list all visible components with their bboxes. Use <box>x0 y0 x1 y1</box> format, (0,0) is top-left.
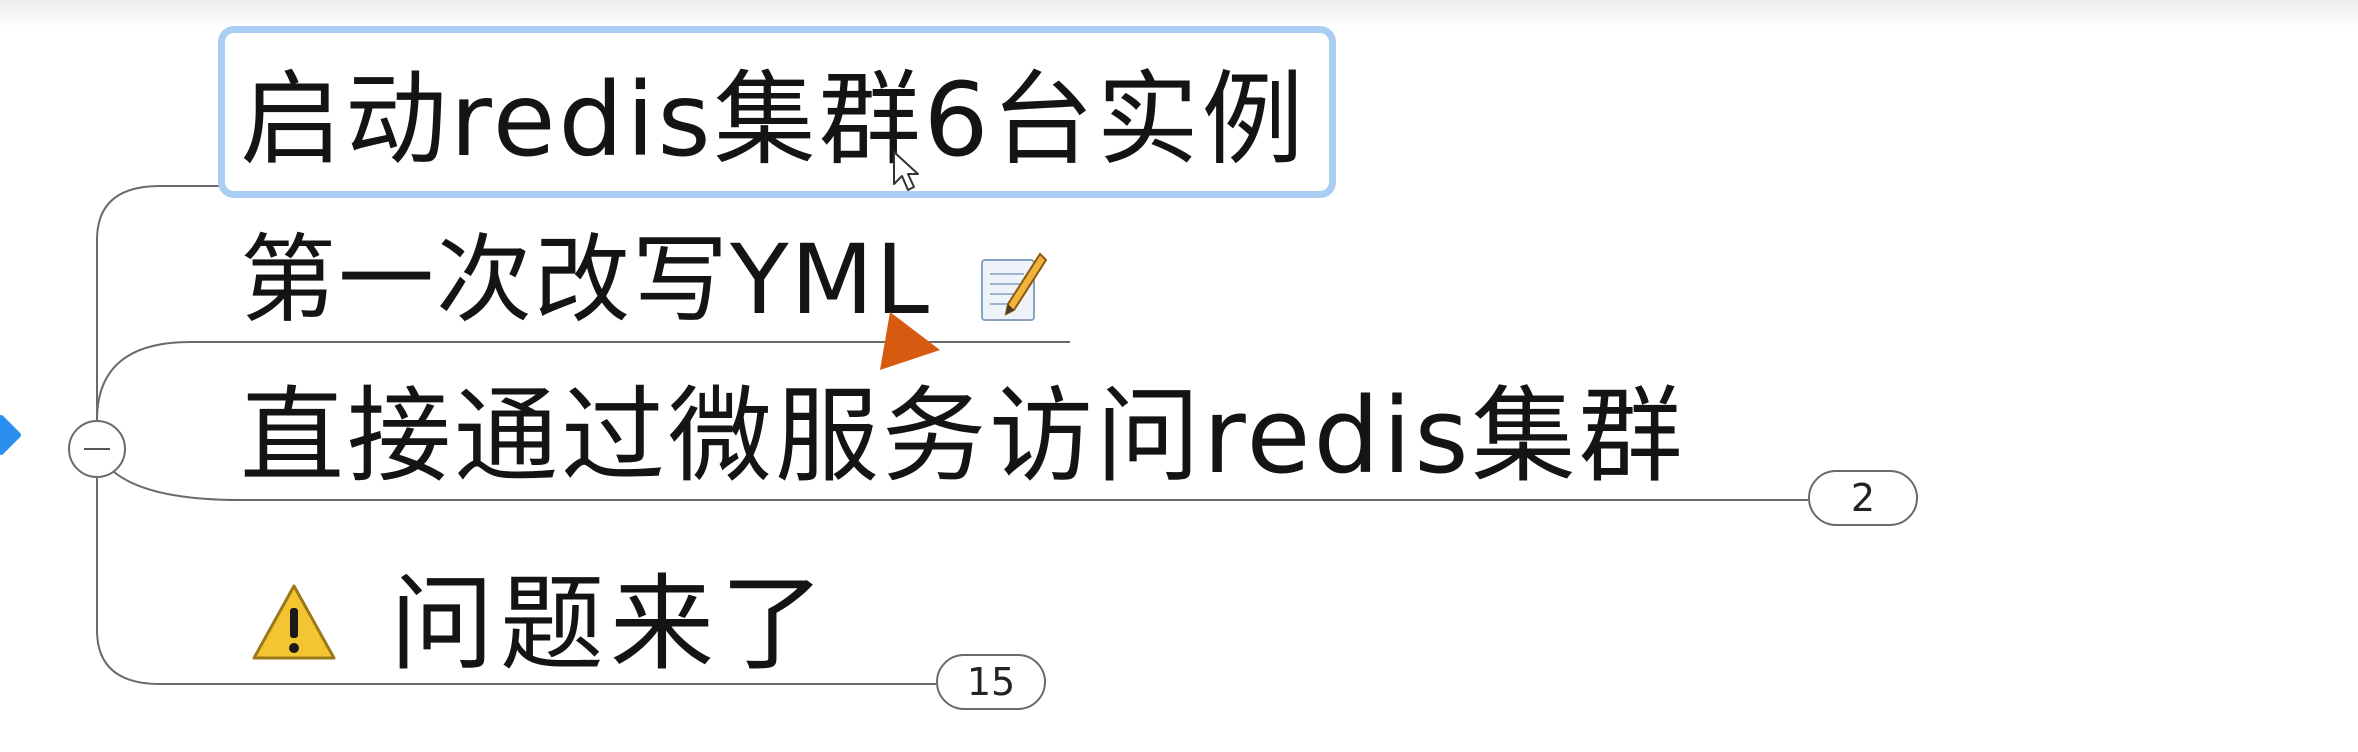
collapsed-count-badge[interactable]: 2 <box>1808 470 1918 526</box>
topic-rewrite-yml[interactable]: 第一次改写YML <box>240 232 931 328</box>
note-icon[interactable] <box>980 252 1048 324</box>
topic-problem-arises[interactable]: 问题来了 <box>390 572 830 676</box>
drag-handle-icon[interactable] <box>0 413 23 457</box>
mouse-cursor-icon <box>893 151 919 191</box>
collapse-toggle-button[interactable] <box>68 420 126 478</box>
collapsed-count-badge[interactable]: 15 <box>936 654 1046 710</box>
drag-pointer-arrow-icon <box>880 312 940 370</box>
topic-access-redis-via-microservice[interactable]: 直接通过微服务访问redis集群 <box>240 384 1686 488</box>
window-top-bar <box>0 0 2358 28</box>
warning-icon <box>252 584 336 660</box>
topic-start-redis-cluster[interactable]: 启动redis集群6台实例 <box>240 70 1307 172</box>
